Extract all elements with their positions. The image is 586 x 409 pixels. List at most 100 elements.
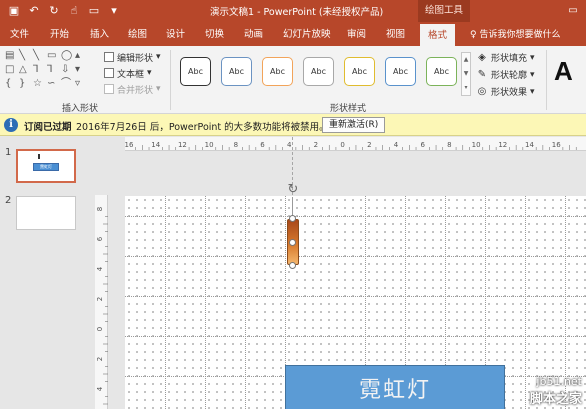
resize-handle[interactable] <box>289 215 296 222</box>
shape-format-commands: ◈ 形状填充 ▾ ✎ 形状轮廓 ▾ ◎ 形状效果 ▾ <box>476 50 535 101</box>
freeform-shape-icon[interactable]: ⌒ <box>61 78 71 90</box>
edit-shape-button[interactable]: 编辑形状 ▾ <box>104 50 161 64</box>
tab-design[interactable]: 设计 <box>166 26 185 40</box>
line-shape-icon[interactable]: ╲ <box>19 50 25 62</box>
shape-style-preset[interactable]: Abc <box>303 57 334 86</box>
ruler-label: 10 <box>205 141 214 149</box>
resize-handle[interactable] <box>289 262 296 269</box>
ribbon-display-options-icon[interactable]: ▭ <box>566 4 580 18</box>
ruler-label: 4 <box>394 141 399 149</box>
watermark-name: 脚本之家 <box>529 392 582 407</box>
text-box-icon <box>104 68 114 78</box>
style-gallery-scroll[interactable]: ▲ ▼ ▾ <box>461 52 471 96</box>
lightbulb-icon: ♀ <box>470 30 477 40</box>
shape-style-preset[interactable]: Abc <box>262 57 293 86</box>
merge-shapes-icon <box>104 84 114 94</box>
textbox-shape-icon[interactable]: ▤ <box>5 50 14 62</box>
gridline <box>525 196 526 409</box>
gridline <box>205 196 206 409</box>
rectangle-shape-icon[interactable]: ▭ <box>47 50 56 62</box>
paint-bucket-icon: ◈ <box>478 52 486 63</box>
gridline <box>165 196 166 409</box>
text-box-button[interactable]: 文本框 ▾ <box>104 66 161 80</box>
expand-gallery-icon[interactable]: ▿ <box>75 78 80 90</box>
shape-style-preset[interactable]: Abc <box>426 57 457 86</box>
rotate-handle-icon[interactable]: ↻ <box>286 183 300 197</box>
touch-mode-icon[interactable]: ☝ <box>66 3 82 19</box>
watermark-url: jb51.net <box>536 375 582 388</box>
ruler-label: 2 <box>314 141 318 149</box>
resize-handle[interactable] <box>289 239 296 246</box>
tell-me-search[interactable]: ♀ 告诉我你想要做什么 <box>470 27 560 40</box>
vertical-ruler: 8 6 4 2 0 2 4 <box>95 195 108 409</box>
merge-shapes-button[interactable]: 合并形状 ▾ <box>104 82 161 96</box>
shape-styles-group-label: 形状样式 <box>330 104 367 114</box>
tab-format[interactable]: 格式 <box>420 24 456 46</box>
save-icon[interactable]: ▣ <box>6 3 22 19</box>
undo-icon[interactable]: ↶ <box>26 3 42 19</box>
slide-editing-area: 16 14 12 10 8 6 4 2 0 2 4 6 8 10 12 14 16 8642024 霓虹灯 ↻ … <box>95 137 586 409</box>
shape-style-preset[interactable]: Abc <box>221 57 252 86</box>
ruler-label: 14 <box>151 141 160 149</box>
neon-text-banner[interactable]: 霓虹灯 <box>285 365 505 409</box>
reactivate-button[interactable]: 重新激活(R) <box>322 117 386 133</box>
window-title: 演示文稿1 - PowerPoint (未经授权产品) <box>210 7 384 18</box>
tab-file[interactable]: 文件 <box>10 26 29 40</box>
gridline <box>125 216 586 217</box>
shape-effects-button[interactable]: ◎ 形状效果 ▾ <box>476 84 535 99</box>
gridline <box>125 336 586 337</box>
gridline <box>245 196 246 409</box>
tab-transitions[interactable]: 切换 <box>205 26 224 40</box>
chevron-down-icon: ▾ <box>156 84 161 94</box>
ribbon: ▤ ╲ ╲ ▭ ◯ ▴ □ △ ⅂ ⅂ ⇩ ▾ { } ☆ ∽ ⌒ ▿ 编辑形状… <box>0 46 586 114</box>
slide-thumbnail-1[interactable]: 霓虹灯 <box>16 149 76 183</box>
ruler-label: 8 <box>447 141 451 149</box>
chevron-down-icon: ▾ <box>530 69 535 80</box>
square-shape-icon[interactable]: □ <box>5 64 14 76</box>
horizontal-ruler: 16 14 12 10 8 6 4 2 0 2 4 6 8 10 12 14 16 <box>125 137 586 151</box>
star-shape-icon[interactable]: ☆ <box>33 78 42 90</box>
edit-shape-icon <box>104 52 114 62</box>
tab-review[interactable]: 审阅 <box>347 26 366 40</box>
message-title: 订阅已过期 <box>24 122 72 133</box>
site-watermark: jb51.net 脚本之家 <box>530 375 582 407</box>
arrow-shape-icon[interactable]: ⇩ <box>61 64 69 76</box>
more-shapes-icon[interactable]: ▴ <box>75 50 80 62</box>
triangle-shape-icon[interactable]: △ <box>19 64 27 76</box>
ruler-label: 6 <box>420 141 425 149</box>
slide-canvas[interactable]: 霓虹灯 <box>125 196 586 409</box>
tab-view[interactable]: 视图 <box>386 26 405 40</box>
drawing-tools-context-label: 绘图工具 <box>418 0 470 22</box>
connector-shape-icon[interactable]: ⅂ <box>47 64 53 76</box>
tab-insert[interactable]: 插入 <box>90 26 109 40</box>
ruler-label: 12 <box>498 141 507 149</box>
more-shapes-icon[interactable]: ▾ <box>75 64 80 76</box>
shape-fill-button[interactable]: ◈ 形状填充 ▾ <box>476 50 534 65</box>
title-bar: ▣ ↶ ↻ ☝ ▭ ▾ 演示文稿1 - PowerPoint (未经授权产品) … <box>0 0 586 22</box>
oval-shape-icon[interactable]: ◯ <box>61 50 72 62</box>
slide-thumbnail-2[interactable] <box>16 196 76 230</box>
tab-home[interactable]: 开始 <box>50 26 69 40</box>
shape-style-preset[interactable]: Abc <box>385 57 416 86</box>
ribbon-tabs: 文件 开始 插入 绘图 设计 切换 动画 幻灯片放映 审阅 视图 格式 ♀ 告诉… <box>0 22 586 46</box>
brace-shape-icon[interactable]: { <box>5 78 11 90</box>
info-icon: i <box>4 118 18 132</box>
brace-shape-icon[interactable]: } <box>19 78 25 90</box>
ruler-label: 2 <box>96 297 104 301</box>
customize-icon[interactable]: ▾ <box>106 3 122 19</box>
tab-draw[interactable]: 绘图 <box>128 26 147 40</box>
redo-icon[interactable]: ↻ <box>46 3 62 19</box>
line-shape-icon[interactable]: ╲ <box>33 50 39 62</box>
wordart-style-button[interactable]: A <box>554 56 573 87</box>
tab-slideshow[interactable]: 幻灯片放映 <box>283 26 331 40</box>
tab-animations[interactable]: 动画 <box>244 26 263 40</box>
shape-style-preset[interactable]: Abc <box>344 57 375 86</box>
ruler-label: 2 <box>96 357 104 361</box>
connector-shape-icon[interactable]: ⅂ <box>33 64 39 76</box>
ruler-label: 10 <box>472 141 481 149</box>
curve-shape-icon[interactable]: ∽ <box>47 78 55 90</box>
shape-style-preset[interactable]: Abc <box>180 57 211 86</box>
horizontal-ruler-scale: 16 14 12 10 8 6 4 2 0 2 4 6 8 10 12 14 16 <box>125 141 577 150</box>
present-icon[interactable]: ▭ <box>86 3 102 19</box>
shape-outline-button[interactable]: ✎ 形状轮廓 ▾ <box>476 67 535 82</box>
